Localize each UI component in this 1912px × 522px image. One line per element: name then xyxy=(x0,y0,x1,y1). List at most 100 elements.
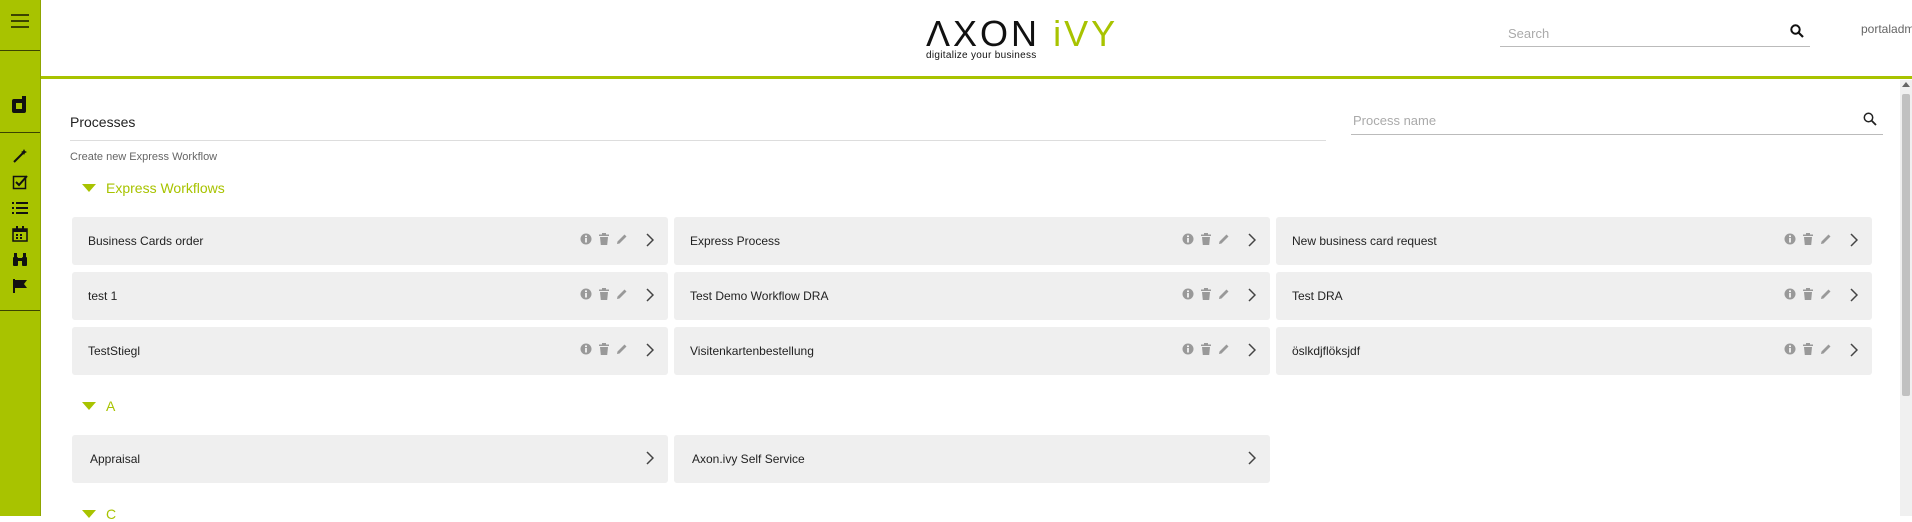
chevron-right-icon[interactable] xyxy=(646,343,655,362)
global-search-input[interactable] xyxy=(1506,22,1780,44)
process-actions xyxy=(1182,233,1230,245)
process-name: Test DRA xyxy=(1292,289,1343,303)
chevron-right-icon[interactable] xyxy=(646,451,655,470)
trash-icon[interactable] xyxy=(1802,233,1814,245)
info-icon[interactable] xyxy=(580,343,592,355)
trash-icon[interactable] xyxy=(1200,233,1212,245)
flag-icon[interactable] xyxy=(0,276,40,296)
menu-icon[interactable] xyxy=(0,8,40,34)
search-icon[interactable] xyxy=(1863,112,1877,131)
pencil-icon[interactable] xyxy=(1820,233,1832,245)
process-name: Express Process xyxy=(690,234,781,248)
process-card[interactable]: Business Cards order xyxy=(72,217,668,265)
info-icon[interactable] xyxy=(580,233,592,245)
process-card[interactable]: Visitenkartenbestellung xyxy=(674,327,1270,375)
chevron-right-icon[interactable] xyxy=(1248,451,1257,470)
binoculars-icon[interactable] xyxy=(0,250,40,270)
trash-icon[interactable] xyxy=(1200,288,1212,300)
sidebar xyxy=(0,0,41,516)
process-name: New business card request xyxy=(1292,234,1437,248)
logo-accent-text: iVY xyxy=(1053,13,1119,54)
scroll-up-arrow-icon[interactable] xyxy=(1902,82,1910,87)
process-actions xyxy=(1784,288,1832,300)
process-actions xyxy=(580,288,628,300)
process-actions xyxy=(1784,343,1832,355)
process-name: TestStiegl xyxy=(88,344,141,358)
process-card[interactable]: öslkdjflöksjdf xyxy=(1276,327,1872,375)
process-card[interactable]: Appraisal xyxy=(72,435,668,483)
chevron-right-icon[interactable] xyxy=(1850,233,1859,252)
info-icon[interactable] xyxy=(580,288,592,300)
trash-icon[interactable] xyxy=(1200,343,1212,355)
chevron-right-icon[interactable] xyxy=(646,233,655,252)
chevron-right-icon[interactable] xyxy=(1850,288,1859,307)
global-search xyxy=(1500,20,1810,47)
pencil-icon[interactable] xyxy=(1218,288,1230,300)
info-icon[interactable] xyxy=(1784,343,1796,355)
caret-down-icon xyxy=(82,184,96,192)
vertical-scrollbar[interactable] xyxy=(1900,80,1912,516)
process-search xyxy=(1351,106,1883,135)
process-card[interactable]: Axon.ivy Self Service xyxy=(674,435,1270,483)
chevron-right-icon[interactable] xyxy=(1248,233,1257,252)
logo-wordmark: ΛXON iVY xyxy=(926,14,1118,54)
process-card[interactable]: Test Demo Workflow DRA xyxy=(674,272,1270,320)
pencil-icon[interactable] xyxy=(1820,343,1832,355)
info-icon[interactable] xyxy=(1182,343,1194,355)
pencil-icon[interactable] xyxy=(616,233,628,245)
group-header-c[interactable]: C xyxy=(82,506,116,522)
chevron-right-icon[interactable] xyxy=(1248,343,1257,362)
sidebar-divider xyxy=(0,132,40,133)
trash-icon[interactable] xyxy=(598,233,610,245)
process-actions xyxy=(580,343,628,355)
pencil-icon[interactable] xyxy=(1218,233,1230,245)
pencil-icon[interactable] xyxy=(1820,288,1832,300)
process-name: öslkdjflöksjdf xyxy=(1292,344,1361,358)
info-icon[interactable] xyxy=(1784,233,1796,245)
process-name: test 1 xyxy=(88,289,118,303)
group-label: C xyxy=(106,506,117,522)
logo-main-text: ΛXON xyxy=(926,13,1041,54)
process-card[interactable]: Express Process xyxy=(674,217,1270,265)
search-icon[interactable] xyxy=(1790,24,1804,43)
page-title: Processes xyxy=(70,114,136,130)
group-header-express-workflows[interactable]: Express Workflows xyxy=(82,180,225,196)
process-card[interactable]: test 1 xyxy=(72,272,668,320)
process-search-input[interactable] xyxy=(1351,108,1835,132)
process-card[interactable]: New business card request xyxy=(1276,217,1872,265)
info-icon[interactable] xyxy=(1784,288,1796,300)
axon-ivy-logo[interactable]: ΛXON iVY digitalize your business xyxy=(926,14,1115,64)
caret-down-icon xyxy=(82,510,96,518)
caret-down-icon xyxy=(82,402,96,410)
list-icon[interactable] xyxy=(0,198,40,218)
info-icon[interactable] xyxy=(1182,233,1194,245)
scroll-thumb[interactable] xyxy=(1902,94,1910,396)
magic-wand-icon[interactable] xyxy=(0,146,40,166)
calendar-icon[interactable] xyxy=(0,224,40,244)
chevron-right-icon[interactable] xyxy=(1850,343,1859,362)
trash-icon[interactable] xyxy=(598,288,610,300)
process-name: Business Cards order xyxy=(88,234,204,248)
user-menu[interactable]: portaladmin xyxy=(1861,22,1912,36)
processes-header: Processes xyxy=(70,110,1326,141)
info-icon[interactable] xyxy=(1182,288,1194,300)
trash-icon[interactable] xyxy=(1802,288,1814,300)
group-header-a[interactable]: A xyxy=(82,398,115,414)
pencil-icon[interactable] xyxy=(616,343,628,355)
pencil-icon[interactable] xyxy=(1218,343,1230,355)
process-card[interactable]: Test DRA xyxy=(1276,272,1872,320)
checkbox-icon[interactable] xyxy=(0,172,40,192)
create-express-workflow-link[interactable]: Create new Express Workflow xyxy=(70,151,217,163)
chevron-right-icon[interactable] xyxy=(646,288,655,307)
logo-tagline: digitalize your business xyxy=(926,50,1037,61)
app-logo-icon[interactable] xyxy=(0,92,40,118)
pencil-icon[interactable] xyxy=(616,288,628,300)
trash-icon[interactable] xyxy=(1802,343,1814,355)
trash-icon[interactable] xyxy=(598,343,610,355)
group-label: Express Workflows xyxy=(106,180,225,196)
process-card[interactable]: TestStiegl xyxy=(72,327,668,375)
top-header: ΛXON iVY digitalize your business portal… xyxy=(41,0,1912,79)
chevron-right-icon[interactable] xyxy=(1248,288,1257,307)
process-name: Axon.ivy Self Service xyxy=(692,452,805,466)
group-label: A xyxy=(106,398,116,414)
